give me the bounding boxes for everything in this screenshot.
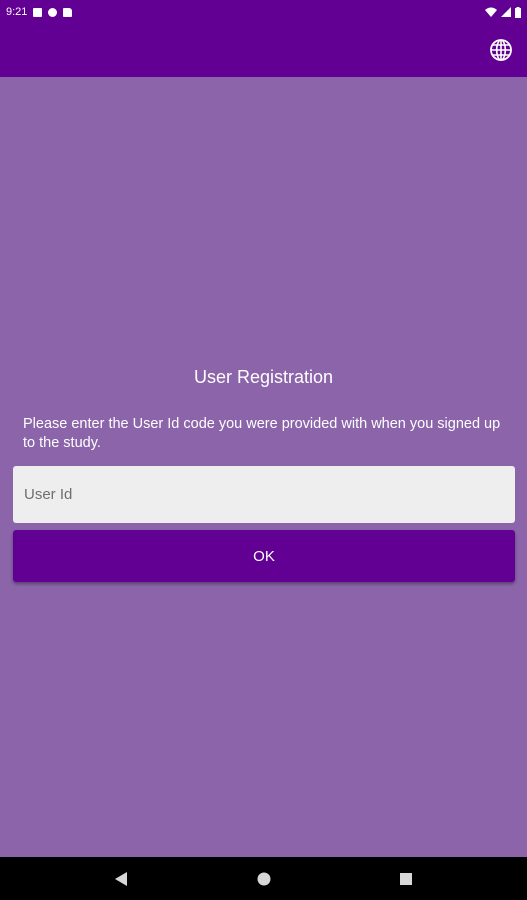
status-bar: 9:21 — [0, 0, 527, 24]
photo-icon — [48, 7, 58, 17]
back-button[interactable] — [113, 871, 129, 887]
navigation-bar — [0, 857, 527, 900]
sd-card-icon — [63, 7, 73, 17]
user-id-input[interactable] — [13, 466, 515, 523]
globe-icon — [490, 39, 512, 61]
back-icon — [115, 872, 127, 886]
page-title: User Registration — [193, 367, 334, 387]
registration-screen: User Registration Please enter the User … — [0, 77, 527, 857]
home-icon — [257, 872, 271, 886]
recents-button[interactable] — [398, 871, 414, 887]
home-button[interactable] — [256, 871, 272, 887]
language-button[interactable] — [488, 37, 514, 63]
status-time: 9:21 — [6, 6, 28, 18]
app-bar — [0, 24, 527, 77]
signal-icon — [501, 7, 511, 17]
battery-icon — [515, 6, 521, 18]
status-right — [485, 6, 521, 18]
status-left: 9:21 — [6, 6, 73, 18]
recents-icon — [400, 873, 412, 885]
instructions-text: Please enter the User Id code you were p… — [23, 416, 501, 451]
notification-icon — [33, 7, 43, 17]
ok-button[interactable]: OK — [13, 530, 515, 582]
wifi-icon — [485, 7, 497, 17]
